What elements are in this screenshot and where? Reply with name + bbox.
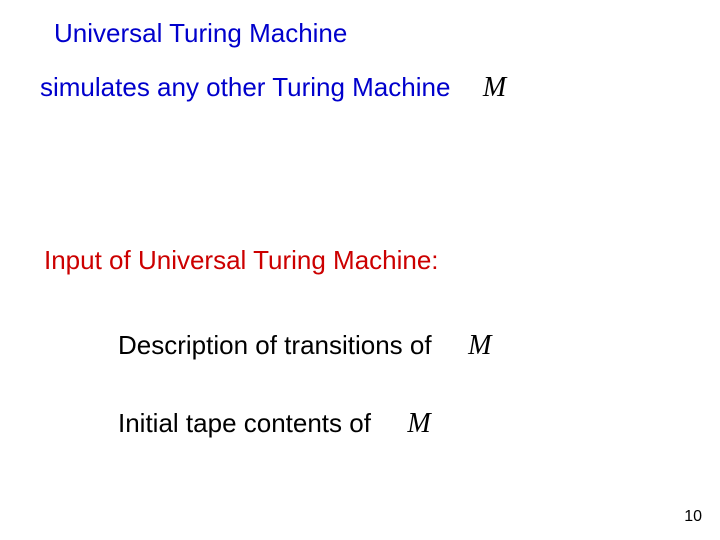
input-item-1: Description of transitions of M <box>118 330 491 362</box>
input-item-1-text: Description of transitions of <box>118 330 432 360</box>
machine-symbol-1: M <box>483 72 506 103</box>
machine-symbol-2: M <box>468 330 491 361</box>
page-number: 10 <box>684 508 702 526</box>
input-heading: Input of Universal Turing Machine: <box>44 245 439 276</box>
subtitle-row: simulates any other Turing Machine M <box>40 72 506 104</box>
subtitle-text: simulates any other Turing Machine <box>40 72 450 102</box>
input-item-2-text: Initial tape contents of <box>118 408 371 438</box>
slide-title: Universal Turing Machine <box>54 18 347 49</box>
machine-symbol-3: M <box>407 408 430 439</box>
input-item-2: Initial tape contents of M <box>118 408 431 440</box>
